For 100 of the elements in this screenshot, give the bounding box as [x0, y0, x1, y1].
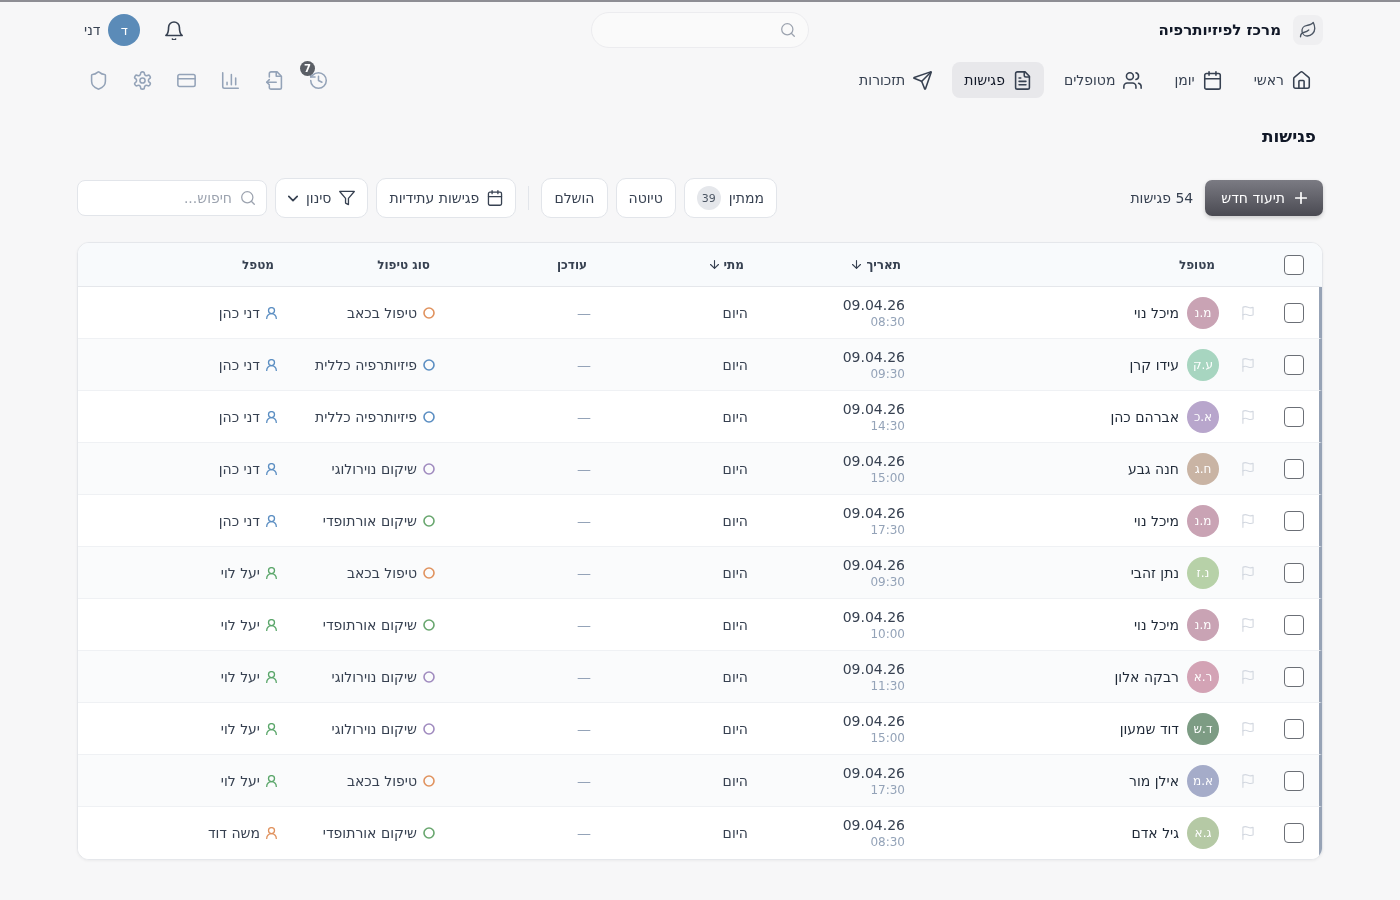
search-field[interactable]: חיפוש...	[77, 180, 267, 216]
row-checkbox[interactable]	[1284, 614, 1304, 635]
record-count: 54 פגישות	[1130, 190, 1194, 206]
appointment-date: 09.04.26	[842, 347, 905, 366]
row-checkbox[interactable]	[1284, 823, 1304, 843]
therapist-name: יעל לוי	[220, 564, 260, 581]
sort-arrow-icon	[852, 260, 862, 269]
flag-icon[interactable]	[1242, 669, 1254, 684]
nav-tab[interactable]: תזכורות	[847, 62, 945, 98]
upcoming-button[interactable]: פגישות עתידיות	[376, 178, 517, 218]
row-checkbox[interactable]	[1284, 562, 1304, 583]
patient-avatar: ר.א	[1187, 660, 1219, 693]
settings-icon[interactable]	[133, 70, 152, 90]
row-checkbox[interactable]	[1284, 666, 1304, 687]
filter-icon	[339, 190, 356, 206]
flag-icon[interactable]	[1242, 721, 1254, 736]
appointment-time: 15:00	[870, 470, 905, 486]
leaf-logo-icon	[1293, 15, 1323, 45]
updated-value: —	[577, 356, 591, 373]
column-header[interactable]: סוג טיפול	[377, 257, 430, 272]
patient-avatar: ג.א	[1187, 817, 1219, 849]
nav-tab[interactable]: ראשי	[1241, 62, 1323, 98]
treatment-type: טיפול בכאב	[346, 304, 417, 321]
patient-name: מיכל נוי	[1134, 616, 1179, 633]
patient-avatar: נ.ז	[1187, 556, 1219, 589]
appointment-time: 17:30	[870, 782, 905, 798]
nav-tab[interactable]: מטופלים	[1051, 62, 1155, 98]
count-badge: 7	[300, 60, 315, 76]
updated-value: —	[577, 772, 591, 789]
bell-icon[interactable]	[165, 20, 184, 40]
search-icon	[241, 191, 255, 205]
flag-icon[interactable]	[1242, 409, 1254, 424]
status-filter-chip[interactable]: הושלם	[541, 178, 608, 218]
therapist-name: יעל לוי	[220, 616, 260, 633]
flag-icon[interactable]	[1242, 826, 1254, 840]
row-checkbox[interactable]	[1284, 302, 1304, 323]
column-header[interactable]: תאריך	[852, 257, 901, 272]
column-header[interactable]: עודכן	[556, 257, 587, 272]
updated-value: —	[577, 460, 591, 477]
day-label: היום	[722, 460, 748, 477]
patient-name: דוד שמעון	[1119, 720, 1179, 737]
flag-icon[interactable]	[1242, 617, 1254, 632]
appointment-time: 11:30	[870, 678, 905, 694]
row-checkbox[interactable]	[1284, 510, 1304, 531]
user-avatar[interactable]: ד	[108, 14, 141, 46]
updated-value: —	[577, 408, 591, 425]
treatment-type: טיפול בכאב	[346, 772, 417, 789]
patient-name: מיכל נוי	[1134, 304, 1179, 321]
appointment-date: 09.04.26	[842, 399, 905, 418]
row-checkbox[interactable]	[1284, 718, 1304, 739]
row-checkbox[interactable]	[1284, 458, 1304, 479]
row-checkbox[interactable]	[1284, 354, 1304, 375]
file-arrow-icon[interactable]	[265, 70, 284, 90]
send-icon	[913, 70, 933, 90]
appointment-date: 09.04.26	[842, 503, 905, 522]
flag-icon[interactable]	[1242, 565, 1254, 580]
patient-avatar: ח.ג	[1187, 452, 1219, 485]
flag-icon[interactable]	[1242, 461, 1254, 476]
new-record-button[interactable]: תיעוד חדש	[1205, 180, 1323, 216]
patient-name: גיל אדם	[1131, 825, 1179, 841]
house-icon	[1292, 70, 1311, 90]
flag-icon[interactable]	[1242, 773, 1254, 788]
updated-value: —	[577, 512, 591, 529]
treatment-type: שיקום נוירולוגי	[331, 668, 417, 685]
patient-avatar: מ.נ	[1187, 608, 1219, 641]
column-header[interactable]: מטופל	[1178, 257, 1215, 272]
bar-chart-icon[interactable]	[221, 70, 240, 90]
page-title: פגישות	[1260, 126, 1317, 146]
flag-icon[interactable]	[1242, 357, 1254, 372]
day-label: היום	[722, 616, 748, 633]
appointment-time: 08:30	[870, 835, 905, 850]
therapist-name: דני כהן	[218, 356, 260, 373]
day-label: היום	[722, 512, 748, 529]
flag-icon[interactable]	[1242, 513, 1254, 528]
filter-button[interactable]: סינון	[275, 178, 369, 218]
clock-arrow-icon[interactable]	[309, 70, 328, 90]
patient-avatar: א.מ	[1187, 764, 1219, 797]
patient-name: חנה גבע	[1128, 460, 1179, 477]
updated-value: —	[577, 720, 591, 737]
appointment-date: 09.04.26	[842, 555, 905, 574]
plus-icon	[1295, 192, 1307, 204]
select-all-checkbox[interactable]	[1284, 254, 1304, 275]
row-checkbox[interactable]	[1284, 406, 1304, 427]
nav-tab[interactable]: פגישות	[952, 62, 1044, 98]
row-checkbox[interactable]	[1284, 770, 1304, 791]
patient-avatar: ד.ש	[1187, 712, 1219, 745]
patient-name: עידו קרן	[1129, 356, 1179, 373]
patient-name: נתן זהבי	[1130, 564, 1179, 581]
calendar-icon	[1202, 70, 1222, 90]
column-header[interactable]: מטפל	[242, 257, 274, 272]
appointment-date: 09.04.26	[842, 816, 905, 834]
search-field[interactable]	[591, 12, 809, 48]
therapist-name: דני כהן	[218, 408, 260, 425]
updated-value: —	[577, 668, 591, 685]
column-header[interactable]: מתי	[709, 257, 744, 272]
shield-icon[interactable]	[89, 70, 108, 90]
appointment-time: 15:00	[870, 730, 905, 746]
status-filter-chip[interactable]: טיוטה	[615, 178, 676, 218]
flag-icon[interactable]	[1242, 305, 1254, 320]
nav-tab[interactable]: יומן	[1162, 62, 1234, 98]
